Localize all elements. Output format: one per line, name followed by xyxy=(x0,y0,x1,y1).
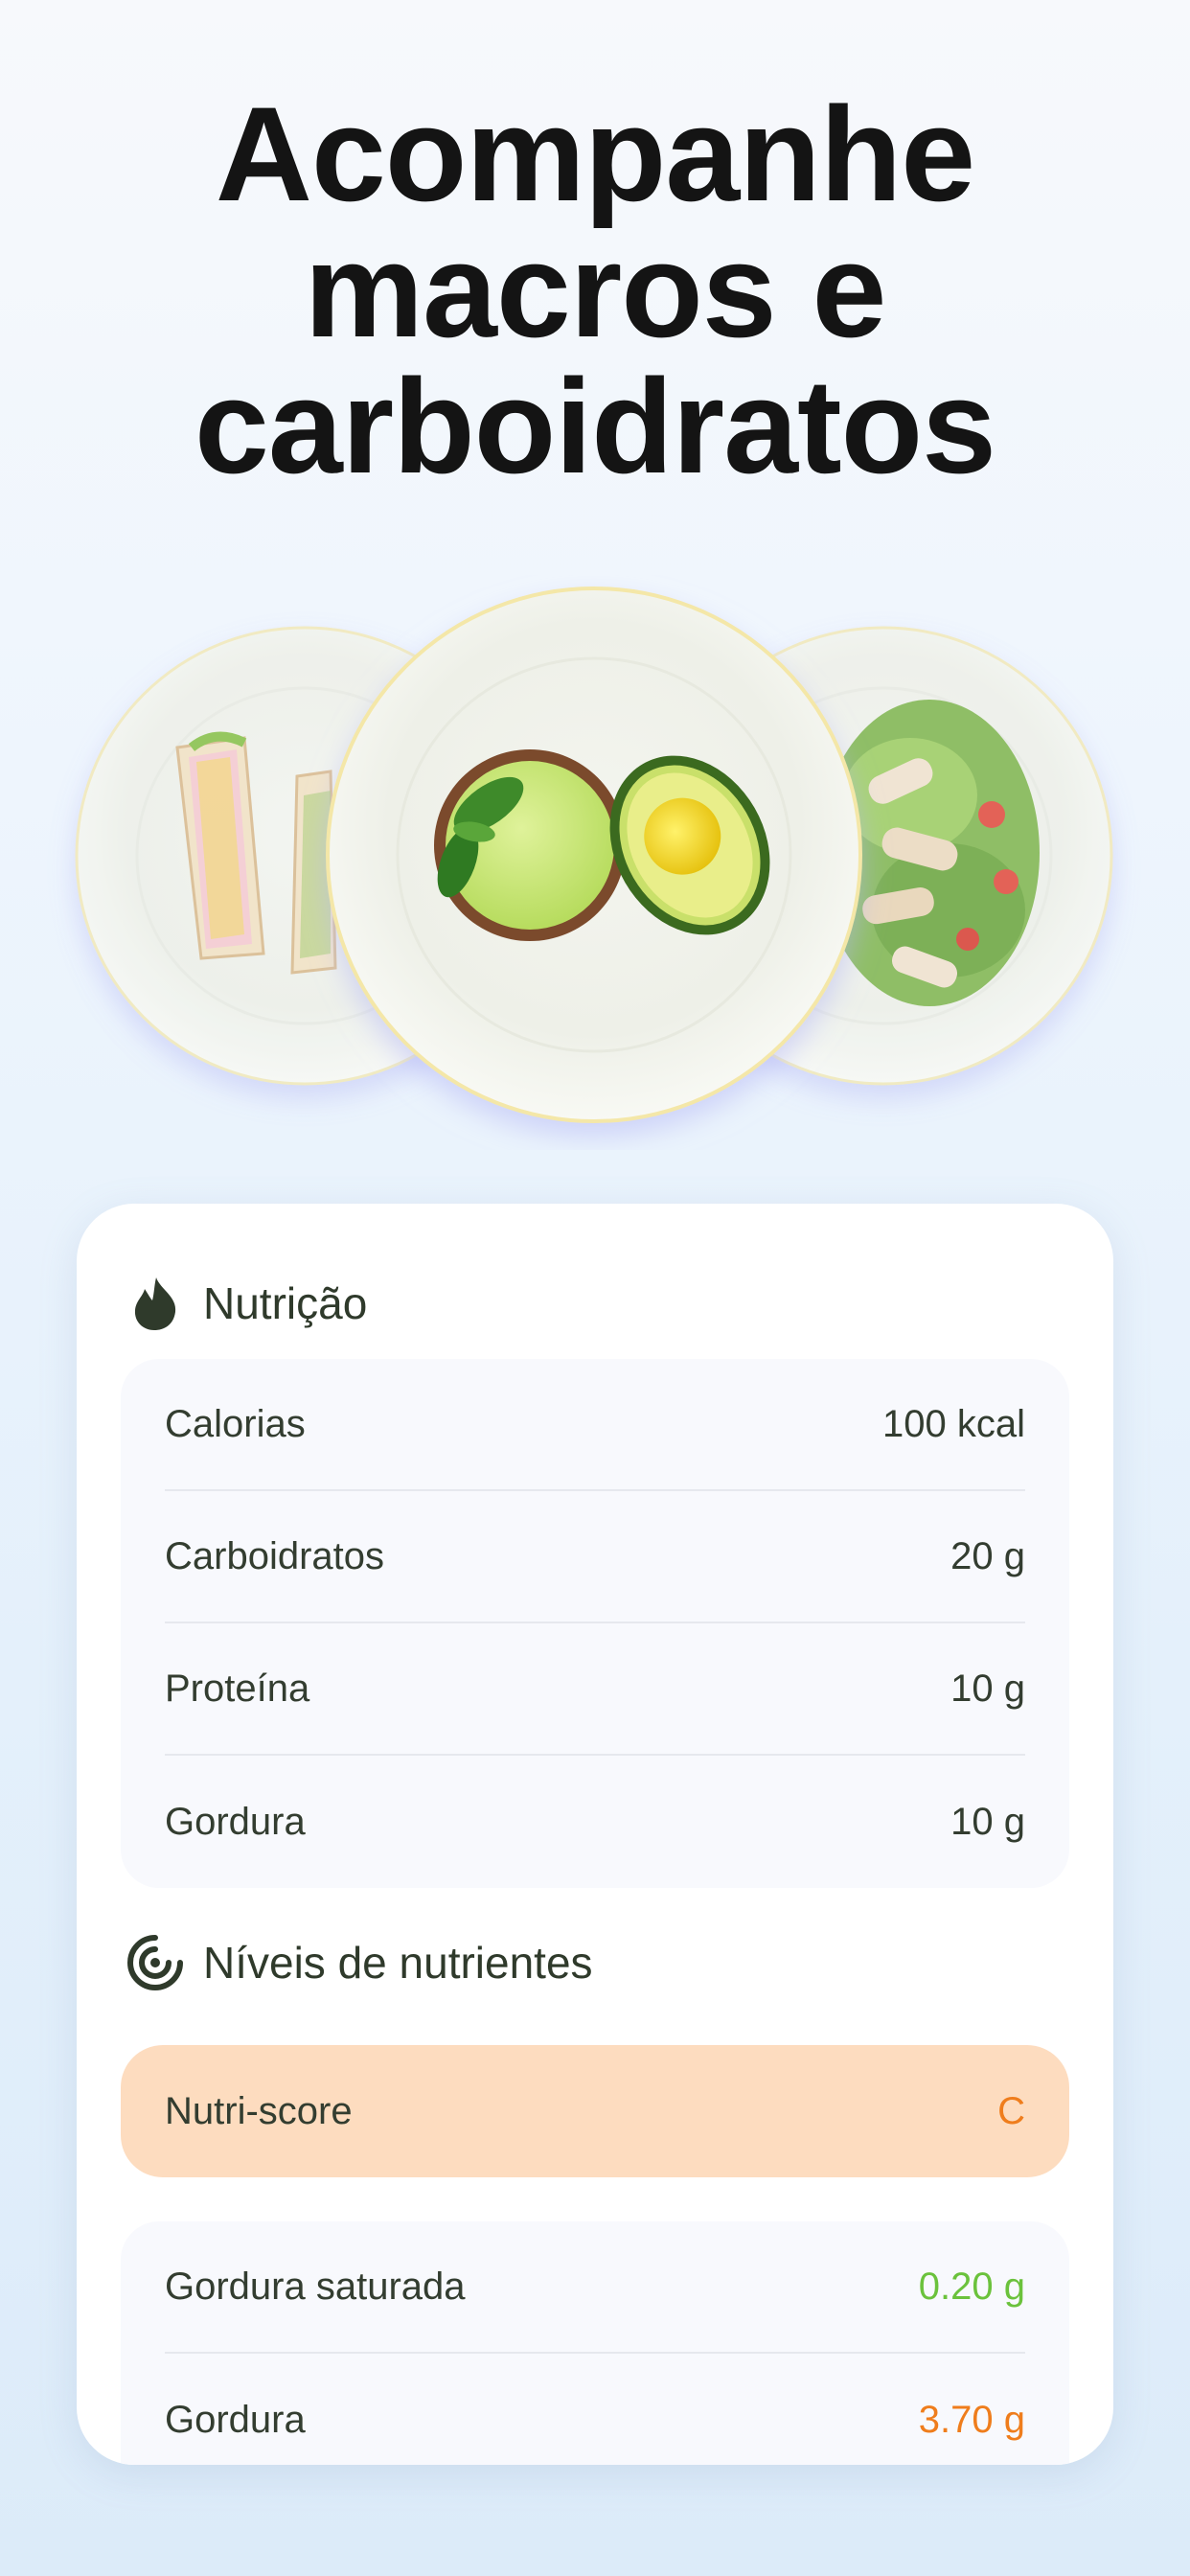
food-plates-illustration xyxy=(0,575,1190,1150)
headline: Acompanhe macros e carboidratos xyxy=(0,86,1190,494)
nutri-score-row: Nutri-score C xyxy=(121,2045,1069,2177)
nutrition-row-value: 100 kcal xyxy=(882,1402,1025,1445)
nutri-score-value: C xyxy=(997,2089,1025,2132)
nutrient-level-row: Gordura saturada 0.20 g xyxy=(165,2221,1025,2354)
nutrient-level-label: Gordura saturada xyxy=(165,2265,466,2308)
avocado-guacamole-plate xyxy=(326,586,862,1123)
headline-line-2: macros e xyxy=(304,215,887,365)
nutrient-level-row: Gordura 3.70 g xyxy=(165,2354,1025,2465)
nutrition-row: Calorias 100 kcal xyxy=(165,1359,1025,1491)
nutrition-row: Carboidratos 20 g xyxy=(165,1491,1025,1623)
nutrition-row-label: Carboidratos xyxy=(165,1534,385,1577)
nutrition-row: Gordura 10 g xyxy=(165,1756,1025,1888)
nutrition-row: Proteína 10 g xyxy=(165,1623,1025,1756)
nutrition-row-value: 10 g xyxy=(950,1667,1025,1710)
nutrition-row-value: 10 g xyxy=(950,1800,1025,1843)
headline-line-3: carboidratos xyxy=(195,351,996,501)
nutrition-row-value: 20 g xyxy=(950,1534,1025,1577)
nutrient-levels-panel: Gordura saturada 0.20 g Gordura 3.70 g xyxy=(121,2221,1069,2465)
nutrition-row-label: Calorias xyxy=(165,1402,306,1445)
nutrient-level-value: 3.70 g xyxy=(918,2398,1025,2441)
nutrition-title: Nutrição xyxy=(203,1278,368,1328)
nutrition-header: Nutrição xyxy=(125,1273,367,1334)
flame-icon xyxy=(125,1273,186,1334)
nutrition-row-label: Gordura xyxy=(165,1800,306,1843)
nutrition-panel: Calorias 100 kcal Carboidratos 20 g Prot… xyxy=(121,1359,1069,1888)
nutrient-levels-header: Níveis de nutrientes xyxy=(125,1932,593,1993)
nutrient-level-label: Gordura xyxy=(165,2398,306,2441)
headline-line-1: Acompanhe xyxy=(215,79,975,229)
nutrient-levels-title: Níveis de nutrientes xyxy=(203,1938,593,1988)
nutrient-level-value: 0.20 g xyxy=(918,2265,1025,2308)
nutrition-card: Nutrição Calorias 100 kcal Carboidratos … xyxy=(77,1204,1113,2465)
target-icon xyxy=(125,1932,186,1993)
nutrition-row-label: Proteína xyxy=(165,1667,310,1710)
nutri-score-label: Nutri-score xyxy=(165,2089,353,2132)
